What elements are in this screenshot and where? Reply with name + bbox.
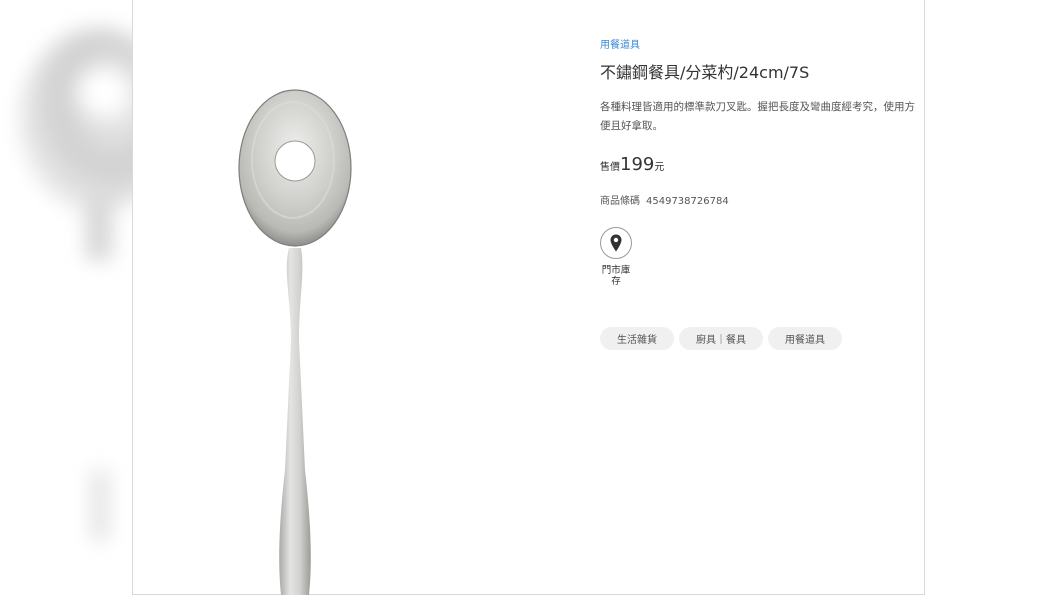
product-page: 用餐道具 不鏽鋼餐具/分菜杓/24cm/7S 各種料理皆適用的標準款刀叉匙。握把… [132,0,925,595]
tag-2[interactable]: 用餐道具 [768,327,842,350]
tag-1[interactable]: 廚具｜餐具 [679,327,763,350]
barcode-label: 商品條碼 [600,196,640,207]
right-margin [926,0,1060,596]
store-stock-label: 門市庫存 [601,265,631,287]
price-label: 售價 [600,162,620,173]
product-description: 各種料理皆適用的標準款刀叉匙。握把長度及彎曲度經考究，使用方便且好拿取。 [600,101,915,132]
location-pin-icon [610,234,622,252]
category-tags: 生活雜貨 廚具｜餐具 用餐道具 [600,327,842,350]
product-image [133,0,593,595]
barcode-value: 4549738726784 [646,196,729,207]
product-title: 不鏽鋼餐具/分菜杓/24cm/7S [600,63,810,82]
blurred-spoon-backdrop [0,0,132,596]
price-unit: 元 [654,162,665,173]
price-row: 售價199元 [600,154,664,175]
price-value: 199 [620,154,655,175]
barcode-row: 商品條碼 4549738726784 [600,192,735,207]
store-stock-icon-circle [600,227,632,259]
breadcrumb-link[interactable]: 用餐道具 [600,36,640,51]
spoon-image [238,89,352,595]
store-stock-button[interactable]: 門市庫存 [600,227,632,287]
blurred-spoon-shape [20,28,132,540]
tag-0[interactable]: 生活雜貨 [600,327,674,350]
